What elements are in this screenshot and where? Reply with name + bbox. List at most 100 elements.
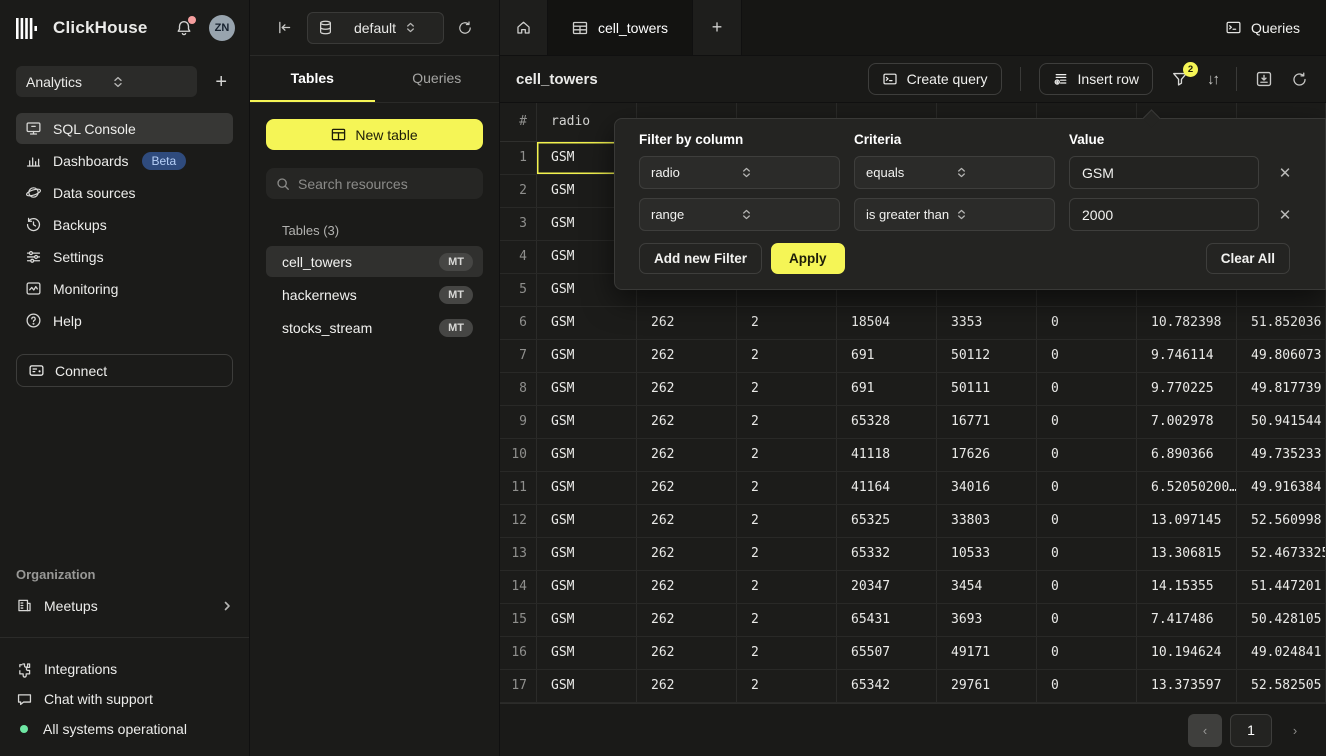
data-cell[interactable]: 262: [637, 670, 737, 702]
data-cell[interactable]: 0: [1037, 538, 1137, 570]
data-cell[interactable]: GSM: [537, 538, 637, 570]
data-cell[interactable]: 6.52050200…: [1137, 472, 1237, 504]
data-cell[interactable]: 16771: [937, 406, 1037, 438]
queries-button[interactable]: Queries: [1225, 19, 1300, 36]
new-tab-button[interactable]: +: [693, 0, 741, 55]
data-cell[interactable]: GSM: [537, 373, 637, 405]
data-cell[interactable]: 3693: [937, 604, 1037, 636]
add-filter-button[interactable]: Add new Filter: [639, 243, 762, 274]
data-cell[interactable]: 41118: [837, 439, 937, 471]
sidebar-item-sql-console[interactable]: SQL Console: [16, 113, 233, 144]
notifications-button[interactable]: [175, 19, 193, 37]
data-cell[interactable]: 262: [637, 340, 737, 372]
filter-value-input[interactable]: [1069, 198, 1259, 231]
next-page-button[interactable]: ›: [1280, 714, 1310, 747]
refresh-grid-button[interactable]: [1291, 71, 1308, 88]
data-cell[interactable]: 2: [737, 604, 837, 636]
sidebar-item-integrations[interactable]: Integrations: [0, 654, 249, 684]
filter-button[interactable]: 2: [1171, 70, 1189, 88]
data-cell[interactable]: 0: [1037, 637, 1137, 669]
data-cell[interactable]: GSM: [537, 472, 637, 504]
search-resources[interactable]: [266, 168, 483, 199]
data-cell[interactable]: 7.417486: [1137, 604, 1237, 636]
data-cell[interactable]: 0: [1037, 340, 1137, 372]
sidebar-item-meetups[interactable]: Meetups: [16, 590, 233, 621]
create-query-button[interactable]: Create query: [868, 63, 1002, 95]
reload-tables-button[interactable]: [457, 20, 473, 36]
data-cell[interactable]: 65325: [837, 505, 937, 537]
current-page[interactable]: 1: [1230, 714, 1272, 747]
data-cell[interactable]: 0: [1037, 571, 1137, 603]
data-cell[interactable]: 34016: [937, 472, 1037, 504]
data-cell[interactable]: GSM: [537, 571, 637, 603]
data-cell[interactable]: 51.852036: [1237, 307, 1326, 339]
data-cell[interactable]: 0: [1037, 505, 1137, 537]
data-cell[interactable]: 262: [637, 439, 737, 471]
data-cell[interactable]: 52.4673325: [1237, 538, 1326, 570]
sidebar-item-help[interactable]: Help: [16, 305, 233, 336]
data-cell[interactable]: 13.306815: [1137, 538, 1237, 570]
sidebar-item-monitoring[interactable]: Monitoring: [16, 273, 233, 304]
filter-value-input[interactable]: [1069, 156, 1259, 189]
apply-filters-button[interactable]: Apply: [771, 243, 845, 274]
data-cell[interactable]: 33803: [937, 505, 1037, 537]
data-cell[interactable]: 29761: [937, 670, 1037, 702]
table-list-item[interactable]: cell_towersMT: [266, 246, 483, 277]
data-cell[interactable]: 691: [837, 340, 937, 372]
data-cell[interactable]: 49.806073: [1237, 340, 1326, 372]
data-cell[interactable]: 2: [737, 571, 837, 603]
data-cell[interactable]: 9.746114: [1137, 340, 1237, 372]
data-cell[interactable]: 51.447201: [1237, 571, 1326, 603]
data-cell[interactable]: 41164: [837, 472, 937, 504]
search-input[interactable]: [298, 176, 473, 192]
sidebar-item-data-sources[interactable]: Data sources: [16, 177, 233, 208]
workspace-select[interactable]: Analytics: [16, 66, 197, 97]
data-cell[interactable]: 49.817739: [1237, 373, 1326, 405]
data-cell[interactable]: 65332: [837, 538, 937, 570]
data-cell[interactable]: 2: [737, 439, 837, 471]
data-cell[interactable]: 262: [637, 571, 737, 603]
data-cell[interactable]: 2: [737, 505, 837, 537]
data-cell[interactable]: 2: [737, 538, 837, 570]
data-cell[interactable]: GSM: [537, 505, 637, 537]
data-cell[interactable]: 7.002978: [1137, 406, 1237, 438]
add-workspace-button[interactable]: +: [209, 70, 233, 94]
filter-criteria-select[interactable]: equals: [854, 156, 1055, 189]
data-cell[interactable]: GSM: [537, 340, 637, 372]
data-cell[interactable]: 262: [637, 472, 737, 504]
data-cell[interactable]: 49.735233: [1237, 439, 1326, 471]
data-cell[interactable]: 49171: [937, 637, 1037, 669]
data-cell[interactable]: 2: [737, 307, 837, 339]
data-cell[interactable]: 0: [1037, 406, 1137, 438]
data-cell[interactable]: 10533: [937, 538, 1037, 570]
data-cell[interactable]: GSM: [537, 439, 637, 471]
sidebar-item-backups[interactable]: Backups: [16, 209, 233, 240]
data-cell[interactable]: 2: [737, 406, 837, 438]
data-cell[interactable]: 0: [1037, 472, 1137, 504]
data-cell[interactable]: 49.024841: [1237, 637, 1326, 669]
data-cell[interactable]: 65431: [837, 604, 937, 636]
data-cell[interactable]: 6.890366: [1137, 439, 1237, 471]
data-cell[interactable]: 9.770225: [1137, 373, 1237, 405]
data-cell[interactable]: 2: [737, 373, 837, 405]
data-cell[interactable]: 3353: [937, 307, 1037, 339]
data-cell[interactable]: 262: [637, 604, 737, 636]
collapse-sidebar-button[interactable]: [276, 19, 293, 36]
data-cell[interactable]: 65342: [837, 670, 937, 702]
sidebar-item-dashboards[interactable]: Dashboards Beta: [16, 145, 233, 176]
data-cell[interactable]: 691: [837, 373, 937, 405]
connect-button[interactable]: Connect: [16, 354, 233, 387]
data-cell[interactable]: 10.194624: [1137, 637, 1237, 669]
data-cell[interactable]: 50.941544: [1237, 406, 1326, 438]
data-cell[interactable]: 262: [637, 373, 737, 405]
data-cell[interactable]: 262: [637, 505, 737, 537]
table-list-item[interactable]: stocks_streamMT: [266, 312, 483, 343]
tab-tables[interactable]: Tables: [250, 56, 375, 102]
data-cell[interactable]: 13.373597: [1137, 670, 1237, 702]
data-cell[interactable]: 65328: [837, 406, 937, 438]
data-cell[interactable]: 0: [1037, 604, 1137, 636]
data-cell[interactable]: 2: [737, 472, 837, 504]
sidebar-item-chat-support[interactable]: Chat with support: [0, 684, 249, 714]
data-cell[interactable]: 3454: [937, 571, 1037, 603]
table-list-item[interactable]: hackernewsMT: [266, 279, 483, 310]
